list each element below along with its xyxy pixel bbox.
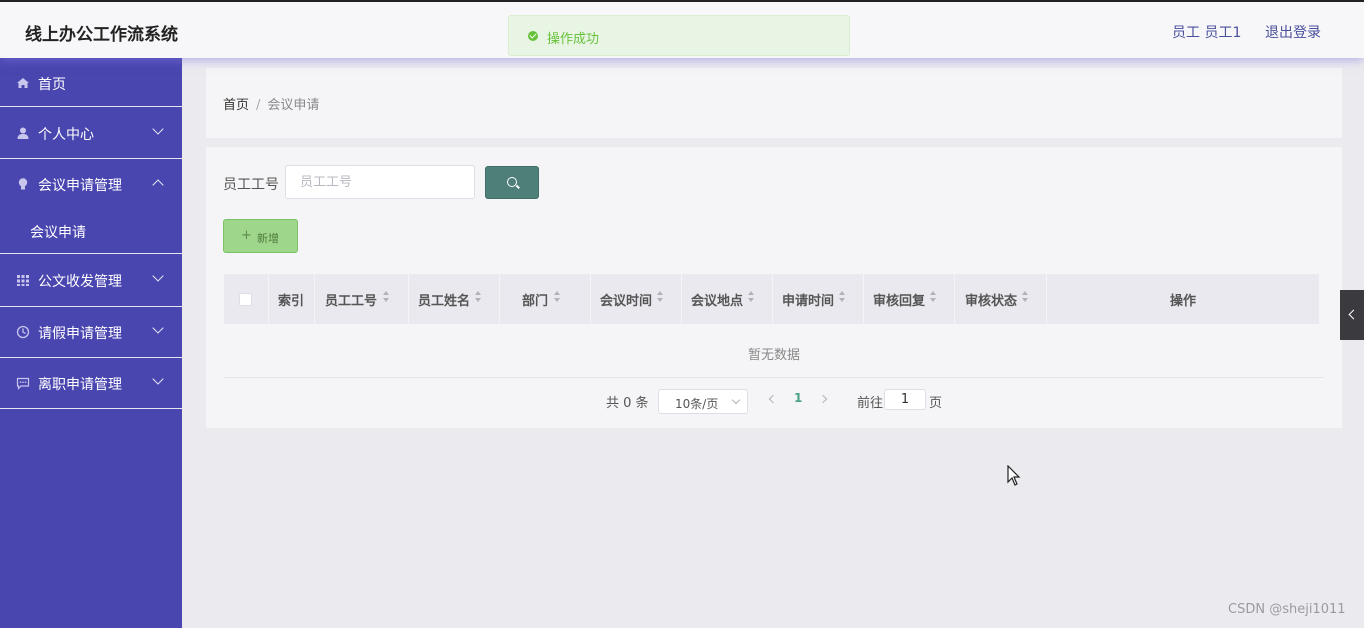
- prev-page-button[interactable]: [768, 394, 778, 404]
- sidebar-item-label: 个人中心: [38, 127, 94, 143]
- breadcrumb-card: 首页 / 会议申请: [206, 68, 1342, 138]
- page-size-value: 10条/页: [675, 397, 719, 411]
- content-card: 员工工号 + 新增 索引 员工工号 员工姓名 部门 会议时间 会: [206, 147, 1342, 428]
- breadcrumb: 首页 / 会议申请: [223, 94, 319, 113]
- goto-page-input[interactable]: [884, 389, 926, 410]
- add-button-label: 新增: [257, 232, 279, 245]
- sidebar-item-meeting-management[interactable]: 会议申请管理: [0, 159, 182, 211]
- chevron-down-icon: [152, 123, 164, 135]
- sidebar-item-profile[interactable]: 个人中心: [0, 108, 182, 159]
- mouse-cursor-icon: [1007, 464, 1021, 491]
- table-header: 索引 员工工号 员工姓名 部门 会议时间 会议地点 申请时间 审核回复 审核状态…: [224, 274, 1319, 324]
- bulb-icon: [16, 177, 30, 191]
- chat-icon: [16, 376, 30, 390]
- success-check-icon: [528, 31, 538, 41]
- column-header-meeting-time[interactable]: 会议时间: [591, 274, 682, 324]
- sort-icon[interactable]: [475, 291, 482, 305]
- sort-icon[interactable]: [657, 291, 664, 305]
- sidebar-item-document-management[interactable]: 公文收发管理: [0, 255, 182, 307]
- sidebar-item-label: 请假申请管理: [38, 326, 122, 342]
- side-panel-toggle[interactable]: [1340, 290, 1364, 340]
- column-header-apply-time[interactable]: 申请时间: [773, 274, 864, 324]
- grid-icon: [16, 273, 30, 287]
- column-header-meeting-location[interactable]: 会议地点: [682, 274, 773, 324]
- sidebar-subitem-label: 会议申请: [30, 225, 86, 241]
- chevron-down-icon: [152, 373, 164, 385]
- sidebar-subitem-meeting-apply[interactable]: 会议申请: [0, 208, 182, 254]
- column-header-department[interactable]: 部门: [500, 274, 591, 324]
- employee-id-search-input[interactable]: [285, 165, 475, 199]
- chevron-down-icon: [152, 322, 164, 334]
- sidebar-item-home[interactable]: 首页: [0, 58, 182, 107]
- sidebar-item-label: 会议申请管理: [38, 178, 122, 194]
- chevron-down-icon: [152, 270, 164, 282]
- logout-link[interactable]: 退出登录: [1265, 22, 1321, 42]
- column-header-employee-name[interactable]: 员工姓名: [409, 274, 500, 324]
- sort-icon[interactable]: [839, 291, 846, 305]
- next-page-button[interactable]: [818, 394, 828, 404]
- search-label: 员工工号: [223, 177, 279, 193]
- sidebar: 首页 个人中心 会议申请管理 会议申请 公文收发管理 请假申请管理 离职申请管理: [0, 58, 182, 628]
- sidebar-item-resignation-management[interactable]: 离职申请管理: [0, 358, 182, 409]
- watermark: CSDN @sheji1011: [1228, 602, 1346, 617]
- page-suffix: 页: [929, 396, 943, 411]
- page-number-current[interactable]: 1: [794, 391, 802, 405]
- toast-message: 操作成功: [547, 32, 600, 47]
- sort-icon[interactable]: [1022, 291, 1029, 305]
- column-header-actions: 操作: [1170, 294, 1197, 309]
- table-empty-text: 暂无数据: [747, 348, 800, 363]
- add-button[interactable]: + 新增: [223, 219, 298, 253]
- pagination-total: 共 0 条: [606, 396, 649, 411]
- sort-icon[interactable]: [930, 291, 937, 305]
- sidebar-item-label: 首页: [38, 77, 66, 93]
- select-all-cell: [224, 274, 269, 324]
- user-icon: [16, 126, 30, 140]
- chevron-down-icon: [731, 395, 741, 405]
- sidebar-item-leave-management[interactable]: 请假申请管理: [0, 307, 182, 358]
- page-size-select[interactable]: 10条/页: [658, 389, 748, 414]
- column-header-index: 索引: [269, 274, 315, 324]
- plus-icon: +: [241, 228, 252, 243]
- table-bottom-divider: [224, 377, 1324, 378]
- breadcrumb-home[interactable]: 首页: [223, 98, 249, 113]
- sort-icon[interactable]: [554, 291, 561, 305]
- column-header-employee-id[interactable]: 员工工号: [315, 274, 409, 324]
- select-all-checkbox[interactable]: [239, 293, 252, 306]
- column-header-review-status[interactable]: 审核状态: [955, 274, 1047, 324]
- home-icon: [16, 76, 30, 90]
- search-icon: [507, 177, 517, 187]
- sort-icon[interactable]: [748, 291, 755, 305]
- app-title: 线上办公工作流系统: [25, 25, 178, 45]
- sort-icon[interactable]: [383, 291, 390, 305]
- clock-icon: [16, 325, 30, 339]
- current-user-label: 员工 员工1: [1172, 25, 1242, 41]
- sidebar-item-label: 离职申请管理: [38, 377, 122, 393]
- breadcrumb-separator: /: [256, 98, 261, 113]
- sidebar-item-label: 公文收发管理: [38, 274, 122, 290]
- search-button[interactable]: [485, 166, 539, 199]
- chevron-up-icon: [152, 179, 164, 191]
- column-header-review-reply[interactable]: 审核回复: [864, 274, 955, 324]
- goto-label: 前往: [857, 396, 884, 411]
- breadcrumb-current: 会议申请: [267, 98, 320, 113]
- success-toast: 操作成功: [508, 15, 850, 56]
